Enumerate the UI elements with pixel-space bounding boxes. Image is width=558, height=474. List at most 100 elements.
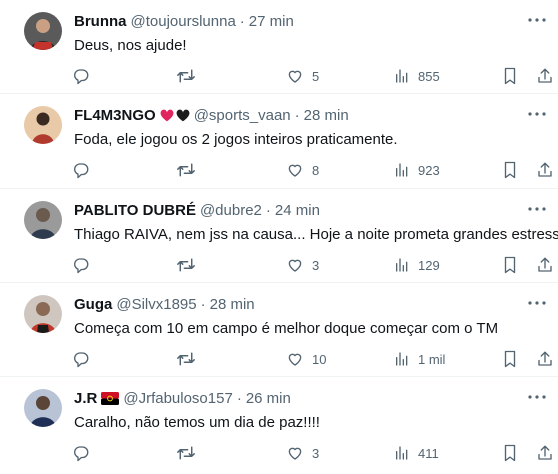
share-icon bbox=[538, 351, 552, 366]
retweet-button[interactable] bbox=[176, 443, 204, 463]
avatar-image bbox=[24, 12, 62, 50]
reply-text: Thiago RAIVA, nem jss na causa... Hoje a… bbox=[74, 226, 558, 243]
like-button[interactable]: 10 bbox=[286, 349, 326, 369]
reply-header: PABLITO DUBRÉ @dubre2 · 24 min bbox=[74, 200, 320, 220]
retweet-button[interactable] bbox=[176, 255, 204, 275]
reply-text: Começa com 10 em campo é melhor doque co… bbox=[74, 320, 499, 337]
reply-header: J.R @Jrfabuloso157 · 26 min bbox=[74, 388, 291, 408]
views-icon bbox=[396, 163, 408, 177]
avatar-image bbox=[24, 295, 62, 333]
like-count: 3 bbox=[312, 257, 320, 273]
views-button[interactable]: 923 bbox=[394, 160, 440, 180]
share-icon bbox=[538, 257, 552, 272]
share-button[interactable] bbox=[536, 160, 554, 180]
more-icon[interactable] bbox=[526, 10, 548, 30]
reply-icon bbox=[74, 69, 89, 85]
like-button[interactable]: 3 bbox=[286, 443, 319, 463]
reply-button[interactable] bbox=[72, 255, 98, 275]
heart-icon bbox=[288, 164, 302, 177]
retweet-button[interactable] bbox=[176, 349, 204, 369]
reply-header: Guga @Silvx1895 · 28 min bbox=[74, 294, 255, 314]
bookmark-icon bbox=[504, 161, 516, 179]
retweet-icon bbox=[177, 446, 195, 460]
reply-item[interactable]: FL4M3NGO @sports_vaan · 28 min Foda, ele… bbox=[0, 94, 558, 189]
author-name[interactable]: PABLITO DUBRÉ bbox=[74, 202, 196, 219]
bookmark-button[interactable] bbox=[502, 255, 518, 275]
timestamp[interactable]: 28 min bbox=[210, 296, 255, 313]
views-button[interactable]: 411 bbox=[394, 443, 439, 463]
name-emojis bbox=[101, 391, 120, 405]
reply-button[interactable] bbox=[72, 66, 98, 86]
bookmark-button[interactable] bbox=[502, 443, 518, 463]
reply-text: Caralho, não temos um dia de paz!!!! bbox=[74, 414, 320, 431]
share-button[interactable] bbox=[536, 349, 554, 369]
avatar[interactable] bbox=[24, 12, 62, 50]
views-button[interactable]: 1 mil bbox=[394, 349, 445, 369]
author-name[interactable]: Guga bbox=[74, 296, 112, 313]
timestamp[interactable]: 27 min bbox=[249, 13, 294, 30]
more-icon[interactable] bbox=[526, 104, 548, 124]
retweet-button[interactable] bbox=[176, 66, 204, 86]
separator-dot: · bbox=[294, 106, 300, 124]
reply-item[interactable]: Guga @Silvx1895 · 28 min Começa com 10 e… bbox=[0, 283, 558, 377]
reply-header: Brunna @toujourslunna · 27 min bbox=[74, 11, 294, 31]
more-icon[interactable] bbox=[526, 387, 548, 407]
author-handle[interactable]: @Silvx1895 bbox=[116, 296, 196, 313]
reply-item[interactable]: J.R @Jrfabuloso157 · 26 min Caralho, não… bbox=[0, 377, 558, 474]
separator-dot: · bbox=[265, 201, 271, 219]
share-button[interactable] bbox=[536, 66, 554, 86]
views-icon bbox=[396, 446, 408, 460]
author-handle[interactable]: @sports_vaan bbox=[194, 107, 291, 124]
more-icon[interactable] bbox=[526, 293, 548, 313]
name-emojis bbox=[160, 109, 190, 122]
view-count: 411 bbox=[418, 445, 439, 461]
avatar[interactable] bbox=[24, 295, 62, 333]
reply-button[interactable] bbox=[72, 349, 98, 369]
author-name[interactable]: Brunna bbox=[74, 13, 127, 30]
more-icon[interactable] bbox=[526, 199, 548, 219]
bookmark-button[interactable] bbox=[502, 66, 518, 86]
author-handle[interactable]: @dubre2 bbox=[200, 202, 262, 219]
retweet-button[interactable] bbox=[176, 160, 204, 180]
black-heart-icon bbox=[176, 109, 190, 121]
like-count: 5 bbox=[312, 68, 320, 84]
avatar[interactable] bbox=[24, 201, 62, 239]
retweet-icon bbox=[177, 163, 195, 177]
like-button[interactable]: 8 bbox=[286, 160, 319, 180]
reply-button[interactable] bbox=[72, 443, 98, 463]
reply-icon bbox=[74, 446, 89, 462]
action-bar: 10 1 mil bbox=[72, 349, 558, 369]
author-handle[interactable]: @Jrfabuloso157 bbox=[123, 390, 232, 407]
avatar[interactable] bbox=[24, 389, 62, 427]
reply-item[interactable]: Brunna @toujourslunna · 27 min Deus, nos… bbox=[0, 0, 558, 94]
share-button[interactable] bbox=[536, 443, 554, 463]
views-icon bbox=[396, 352, 408, 366]
action-bar: 3 129 bbox=[72, 255, 558, 275]
timestamp[interactable]: 26 min bbox=[246, 390, 291, 407]
avatar[interactable] bbox=[24, 106, 62, 144]
heart-icon bbox=[288, 447, 302, 460]
view-count: 1 mil bbox=[418, 351, 446, 367]
like-button[interactable]: 3 bbox=[286, 255, 319, 275]
views-button[interactable]: 129 bbox=[394, 255, 440, 275]
author-name[interactable]: J.R bbox=[74, 390, 97, 407]
share-button[interactable] bbox=[536, 255, 554, 275]
timestamp[interactable]: 24 min bbox=[275, 202, 320, 219]
avatar-image bbox=[24, 389, 62, 427]
timestamp[interactable]: 28 min bbox=[304, 107, 349, 124]
reply-icon bbox=[74, 352, 89, 368]
bookmark-icon bbox=[504, 444, 516, 462]
angola-flag-icon bbox=[101, 391, 120, 405]
bookmark-button[interactable] bbox=[502, 160, 518, 180]
share-icon bbox=[538, 445, 552, 460]
author-name[interactable]: FL4M3NGO bbox=[74, 107, 156, 124]
author-handle[interactable]: @toujourslunna bbox=[131, 13, 236, 30]
view-count: 855 bbox=[418, 68, 440, 84]
bookmark-button[interactable] bbox=[502, 349, 518, 369]
reply-item[interactable]: PABLITO DUBRÉ @dubre2 · 24 min Thiago RA… bbox=[0, 189, 558, 283]
view-count: 923 bbox=[418, 162, 440, 178]
like-button[interactable]: 5 bbox=[286, 66, 319, 86]
views-button[interactable]: 855 bbox=[394, 66, 440, 86]
reply-button[interactable] bbox=[72, 160, 98, 180]
separator-dot: · bbox=[200, 295, 206, 313]
